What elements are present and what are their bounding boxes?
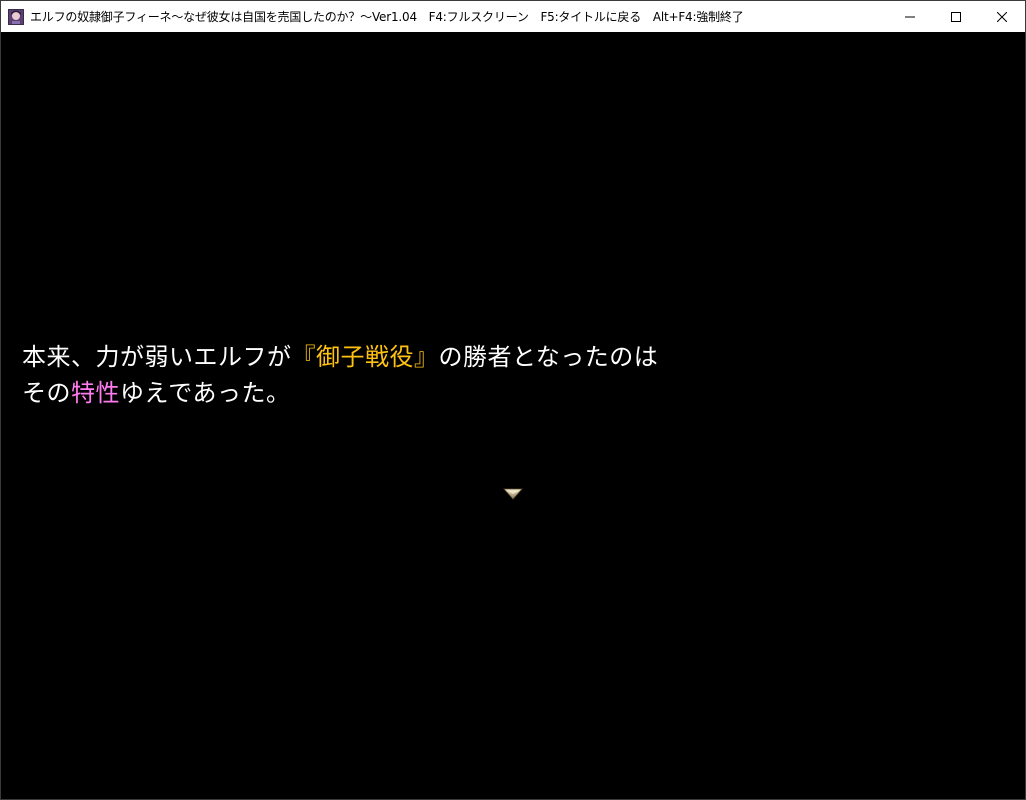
- message-text: 本来、力が弱いエルフが『御子戦役』の勝者となったのは その特性ゆえであった。: [22, 339, 658, 411]
- close-icon: [997, 11, 1007, 22]
- message-line-1-start: 本来、力が弱いエルフが: [22, 343, 292, 371]
- close-button[interactable]: [979, 1, 1025, 32]
- game-window: エルフの奴隷御子フィーネ～なぜ彼女は自国を売国したのか？～Ver1.04 F4:…: [0, 0, 1026, 800]
- message-line-1: 本来、力が弱いエルフが『御子戦役』の勝者となったのは: [22, 339, 658, 375]
- maximize-button[interactable]: [933, 1, 979, 32]
- app-character-icon: [8, 8, 24, 25]
- title-bar[interactable]: エルフの奴隷御子フィーネ～なぜ彼女は自国を売国したのか？～Ver1.04 F4:…: [1, 1, 1025, 32]
- minimize-icon: [905, 16, 915, 17]
- message-line-2-end: ゆえであった。: [120, 379, 291, 407]
- minimize-button[interactable]: [887, 1, 933, 32]
- message-highlight-term: 『御子戦役』: [291, 343, 439, 371]
- message-line-1-end: の勝者となったのは: [438, 343, 659, 371]
- message-highlight-keyword: 特性: [71, 379, 120, 407]
- message-line-2-start: その: [22, 379, 71, 407]
- game-screen[interactable]: 本来、力が弱いエルフが『御子戦役』の勝者となったのは その特性ゆえであった。: [1, 32, 1025, 799]
- maximize-icon: [951, 11, 961, 22]
- message-line-2: その特性ゆえであった。: [22, 375, 658, 411]
- window-title: エルフの奴隷御子フィーネ～なぜ彼女は自国を売国したのか？～Ver1.04 F4:…: [30, 10, 744, 24]
- next-page-arrow-icon[interactable]: [503, 488, 523, 500]
